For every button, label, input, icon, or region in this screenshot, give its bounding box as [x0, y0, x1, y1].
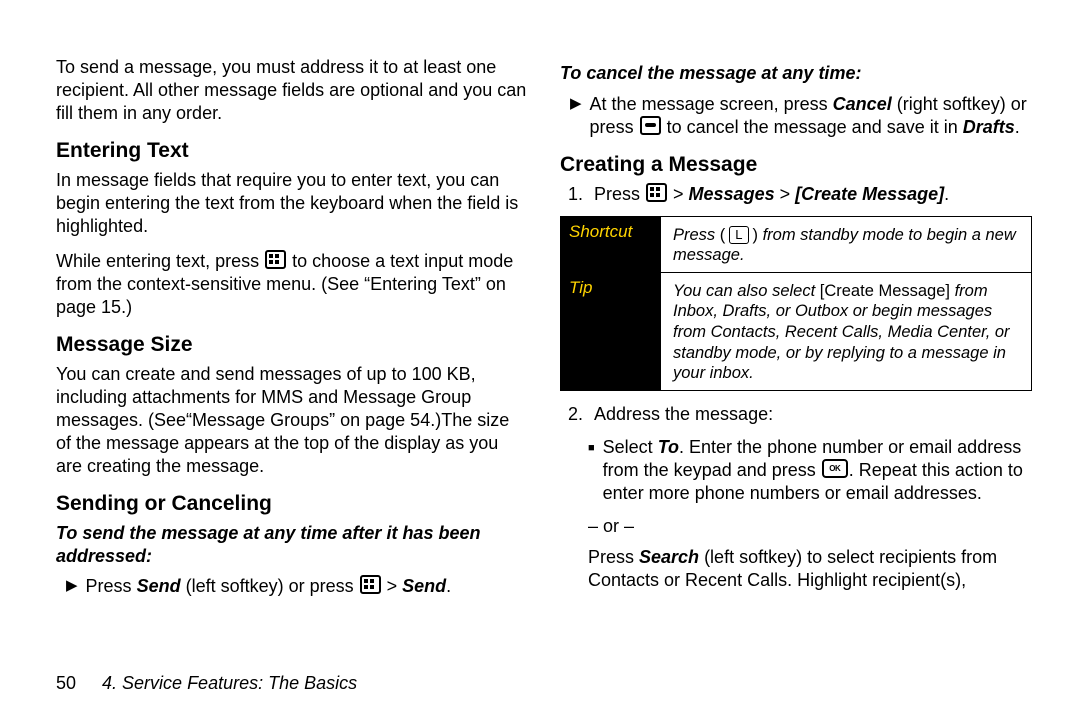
shortcut-text: Press (L) from standby mode to begin a n…: [673, 223, 1023, 266]
left-column: To send a message, you must address it t…: [56, 56, 528, 608]
heading-creating-message: Creating a Message: [560, 153, 1032, 177]
square-bullet-icon: ■: [588, 436, 595, 505]
search-label: Search: [639, 547, 699, 567]
bullet-body: At the message screen, press Cancel (rig…: [590, 93, 1032, 139]
text: At the message screen, press: [590, 94, 833, 114]
manual-page: To send a message, you must address it t…: [0, 0, 1080, 720]
columns: To send a message, you must address it t…: [56, 56, 1032, 608]
page-number: 50: [56, 673, 76, 693]
right-column: To cancel the message at any time: ▶ At …: [560, 56, 1032, 608]
text: (: [720, 226, 726, 244]
shortcut-label: Shortcut: [561, 217, 661, 272]
heading-entering-text: Entering Text: [56, 139, 528, 163]
send-label: Send: [137, 576, 181, 596]
text: .: [1015, 117, 1020, 137]
message-size-p: You can create and send messages of up t…: [56, 363, 528, 478]
chapter-title: 4. Service Features: The Basics: [102, 673, 357, 693]
tip-label: Tip: [561, 273, 661, 390]
intro-paragraph: To send a message, you must address it t…: [56, 56, 528, 125]
drafts-label: Drafts: [963, 117, 1015, 137]
menu-key-icon: [360, 575, 381, 594]
text: While entering text, press: [56, 251, 264, 271]
text: Press: [673, 226, 720, 244]
text: >: [668, 184, 689, 204]
create-message-label: [Create Message]: [820, 282, 950, 300]
step-body: Press > Messages > [Create Message].: [594, 183, 1032, 206]
tips-box: Shortcut Press (L) from standby mode to …: [560, 216, 1032, 391]
substep-body: Select To. Enter the phone number or ema…: [603, 436, 1032, 505]
substep-body: Press Search (left softkey) to select re…: [588, 546, 1032, 592]
subhead-send: To send the message at any time after it…: [56, 522, 528, 567]
entering-text-p2: While entering text, press to choose a t…: [56, 250, 528, 319]
entering-text-p1: In message fields that require you to en…: [56, 169, 528, 238]
triangle-bullet-icon: ▶: [570, 93, 582, 139]
tip-row: Tip You can also select [Create Message]…: [561, 272, 1031, 390]
to-label: To: [658, 437, 679, 457]
text: to cancel the message and save it in: [662, 117, 963, 137]
text: .: [944, 184, 949, 204]
triangle-bullet-icon: ▶: [66, 575, 78, 598]
text: You can also select: [673, 282, 820, 300]
subhead-cancel: To cancel the message at any time:: [560, 62, 1032, 85]
text: Press: [588, 547, 639, 567]
page-footer: 50 4. Service Features: The Basics: [56, 673, 357, 694]
substep-select-to: ■ Select To. Enter the phone number or e…: [560, 436, 1032, 505]
shortcut-row: Shortcut Press (L) from standby mode to …: [561, 217, 1031, 272]
cancel-label: Cancel: [833, 94, 892, 114]
text: >: [775, 184, 796, 204]
menu-key-icon: [265, 250, 286, 269]
l-key-icon: L: [729, 226, 748, 244]
text: (left softkey) or press: [181, 576, 359, 596]
text: Press: [86, 576, 137, 596]
back-key-icon: [640, 116, 661, 135]
step-number: 2.: [568, 403, 586, 426]
step-number: 1.: [568, 183, 586, 206]
step-1: 1. Press > Messages > [Create Message].: [560, 183, 1032, 206]
bullet-cancel: ▶ At the message screen, press Cancel (r…: [560, 93, 1032, 139]
send-label-2: Send: [402, 576, 446, 596]
ok-key-icon: [822, 459, 848, 478]
substep-search: Press Search (left softkey) to select re…: [560, 546, 1032, 592]
bullet-send: ▶ Press Send (left softkey) or press > S…: [56, 575, 528, 598]
heading-message-size: Message Size: [56, 333, 528, 357]
step-2: 2. Address the message:: [560, 403, 1032, 426]
bullet-body: Press Send (left softkey) or press > Sen…: [86, 575, 528, 598]
create-message-label: [Create Message]: [795, 184, 944, 204]
messages-label: Messages: [689, 184, 775, 204]
text: .: [446, 576, 451, 596]
tip-text: You can also select [Create Message] fro…: [673, 279, 1023, 384]
heading-sending-canceling: Sending or Canceling: [56, 492, 528, 516]
text: Press: [594, 184, 645, 204]
text: Select: [603, 437, 658, 457]
step-body: Address the message:: [594, 403, 1032, 426]
menu-key-icon: [646, 183, 667, 202]
text: >: [382, 576, 403, 596]
or-separator: – or –: [560, 515, 1032, 538]
